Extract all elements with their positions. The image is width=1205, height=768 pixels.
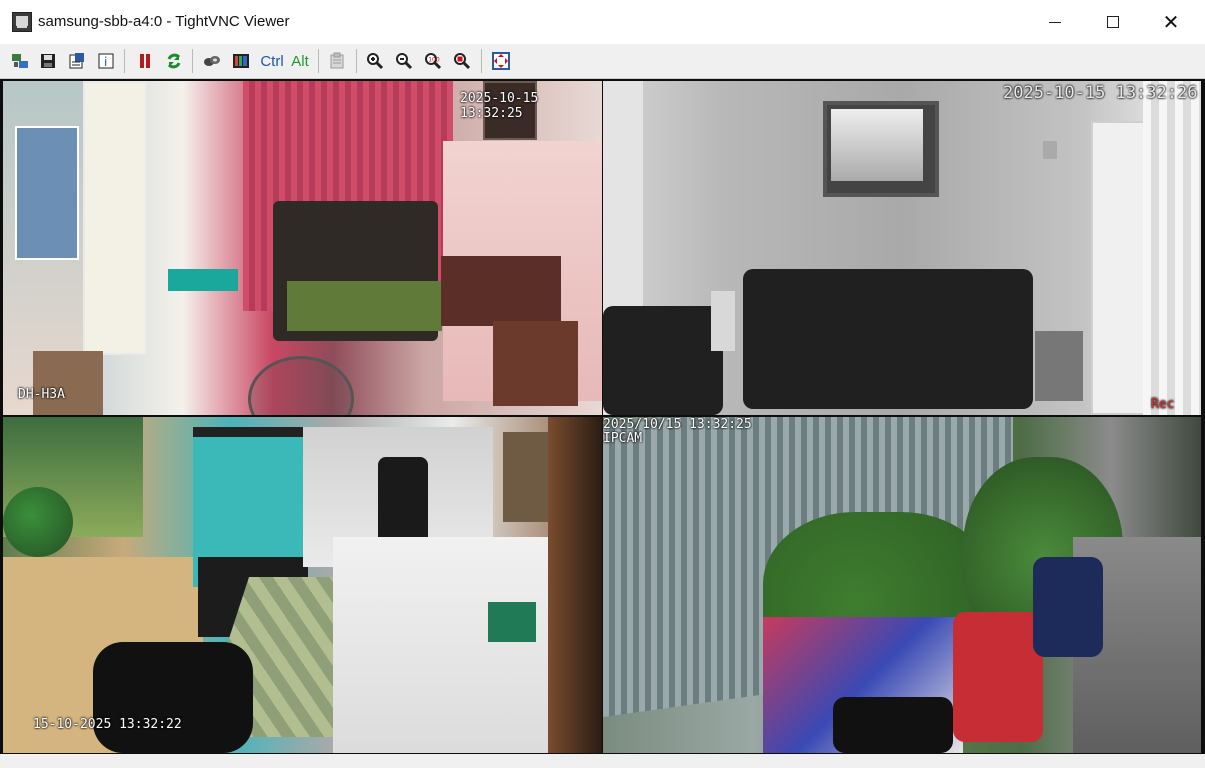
alt-key-button[interactable]: Alt <box>288 49 312 73</box>
minimize-icon <box>1049 21 1061 23</box>
maximize-button[interactable] <box>1084 0 1142 44</box>
refresh-button[interactable] <box>162 49 186 73</box>
toolbar-separator <box>356 49 357 73</box>
painting <box>831 109 923 181</box>
curtain <box>1143 81 1201 415</box>
motorcycle <box>93 642 253 753</box>
shoes <box>33 351 103 415</box>
toolbar: i Ctrl Alt 100 <box>0 44 1205 79</box>
connection-info-button[interactable]: i <box>94 49 118 73</box>
zoom-fit-button[interactable] <box>450 49 474 73</box>
ctrl-key-label: Ctrl <box>260 52 284 70</box>
transfer-files-icon <box>204 56 220 66</box>
camera-label: IPCAM <box>603 431 643 446</box>
camera-feed-3[interactable]: 15-10-2025 13:32:22 <box>3 417 602 753</box>
zoom-100-icon: 100 <box>425 53 442 70</box>
potted-plant <box>3 487 73 557</box>
floor <box>333 537 563 753</box>
camera-feed-4[interactable]: 2025/10/15 13:32:25 IPCAM <box>603 417 1201 753</box>
zoom-fit-icon <box>454 53 471 70</box>
motorcycle <box>833 697 953 753</box>
save-session-button[interactable] <box>36 49 60 73</box>
minimize-button[interactable] <box>1026 0 1084 44</box>
table <box>441 256 561 326</box>
speaker <box>711 291 735 351</box>
green-cushion <box>287 281 442 331</box>
full-screen-icon <box>492 52 510 70</box>
zoom-100-button[interactable]: 100 <box>421 49 445 73</box>
ctrl-alt-del-button[interactable] <box>229 49 253 73</box>
options-button[interactable] <box>65 49 89 73</box>
pause-icon <box>140 54 150 68</box>
toolbar-separator <box>318 49 319 73</box>
vnc-app-icon[interactable] <box>12 12 32 32</box>
window-title: samsung-sbb-a4:0 - TightVNC Viewer <box>38 13 290 30</box>
toolbar-separator <box>124 49 125 73</box>
ctrl-alt-del-icon <box>233 54 249 68</box>
refresh-icon <box>167 53 181 69</box>
pause-button[interactable] <box>133 49 157 73</box>
svg-text:100: 100 <box>428 57 440 64</box>
full-screen-button[interactable] <box>489 49 513 73</box>
doormat <box>168 269 238 291</box>
tires <box>378 457 428 547</box>
camera-timestamp: 2025/10/15 13:32:25 <box>603 417 752 432</box>
camera-timestamp: 15-10-2025 13:32:22 <box>33 717 182 732</box>
camera-timestamp: 2025-10-15 13:32:26 <box>1003 83 1198 103</box>
close-button[interactable]: ✕ <box>1142 0 1200 44</box>
title-bar: samsung-sbb-a4:0 - TightVNC Viewer ✕ <box>0 0 1205 45</box>
save-session-icon <box>41 54 55 68</box>
door <box>83 81 147 355</box>
toolbar-separator <box>481 49 482 73</box>
camera-feed-2[interactable]: 2025-10-15 13:32:26 Rec <box>603 81 1201 415</box>
door <box>1091 121 1150 415</box>
motorcycle-red <box>953 612 1043 742</box>
zoom-out-button[interactable] <box>392 49 416 73</box>
remote-desktop-view[interactable]: 2025-10-15 13:32:25 DH-H3A 2025-10-15 13… <box>0 79 1205 754</box>
poster <box>15 126 79 260</box>
clipboard-button[interactable] <box>325 49 349 73</box>
options-icon <box>69 53 84 69</box>
svg-text:i: i <box>104 55 107 69</box>
stool <box>1035 331 1083 401</box>
zoom-in-icon <box>367 53 384 70</box>
door-frame <box>548 417 602 753</box>
new-connection-icon <box>12 54 28 68</box>
zoom-out-icon <box>396 53 413 70</box>
doormat <box>488 602 536 642</box>
new-connection-button[interactable] <box>8 49 32 73</box>
chair <box>493 321 578 406</box>
motorcycle-blue <box>1033 557 1103 657</box>
alt-key-label: Alt <box>291 52 309 70</box>
armchair <box>603 306 723 415</box>
transfer-files-button[interactable] <box>200 49 224 73</box>
maximize-icon <box>1107 16 1119 28</box>
vnc-window: samsung-sbb-a4:0 - TightVNC Viewer ✕ i C… <box>0 0 1205 768</box>
camera-label: DH-H3A <box>18 387 65 402</box>
fan <box>248 356 354 415</box>
connection-info-icon: i <box>98 53 114 69</box>
camera-label: Rec <box>1151 397 1175 412</box>
clipboard-icon <box>330 52 344 69</box>
zoom-in-button[interactable] <box>363 49 387 73</box>
sofa <box>743 269 1033 409</box>
close-icon: ✕ <box>1162 10 1180 34</box>
toolbar-separator <box>192 49 193 73</box>
camera-feed-1[interactable]: 2025-10-15 13:32:25 DH-H3A <box>3 81 602 415</box>
camera-timestamp: 2025-10-15 13:32:25 <box>460 91 539 121</box>
switch <box>1043 141 1057 159</box>
ctrl-key-button[interactable]: Ctrl <box>257 49 287 73</box>
